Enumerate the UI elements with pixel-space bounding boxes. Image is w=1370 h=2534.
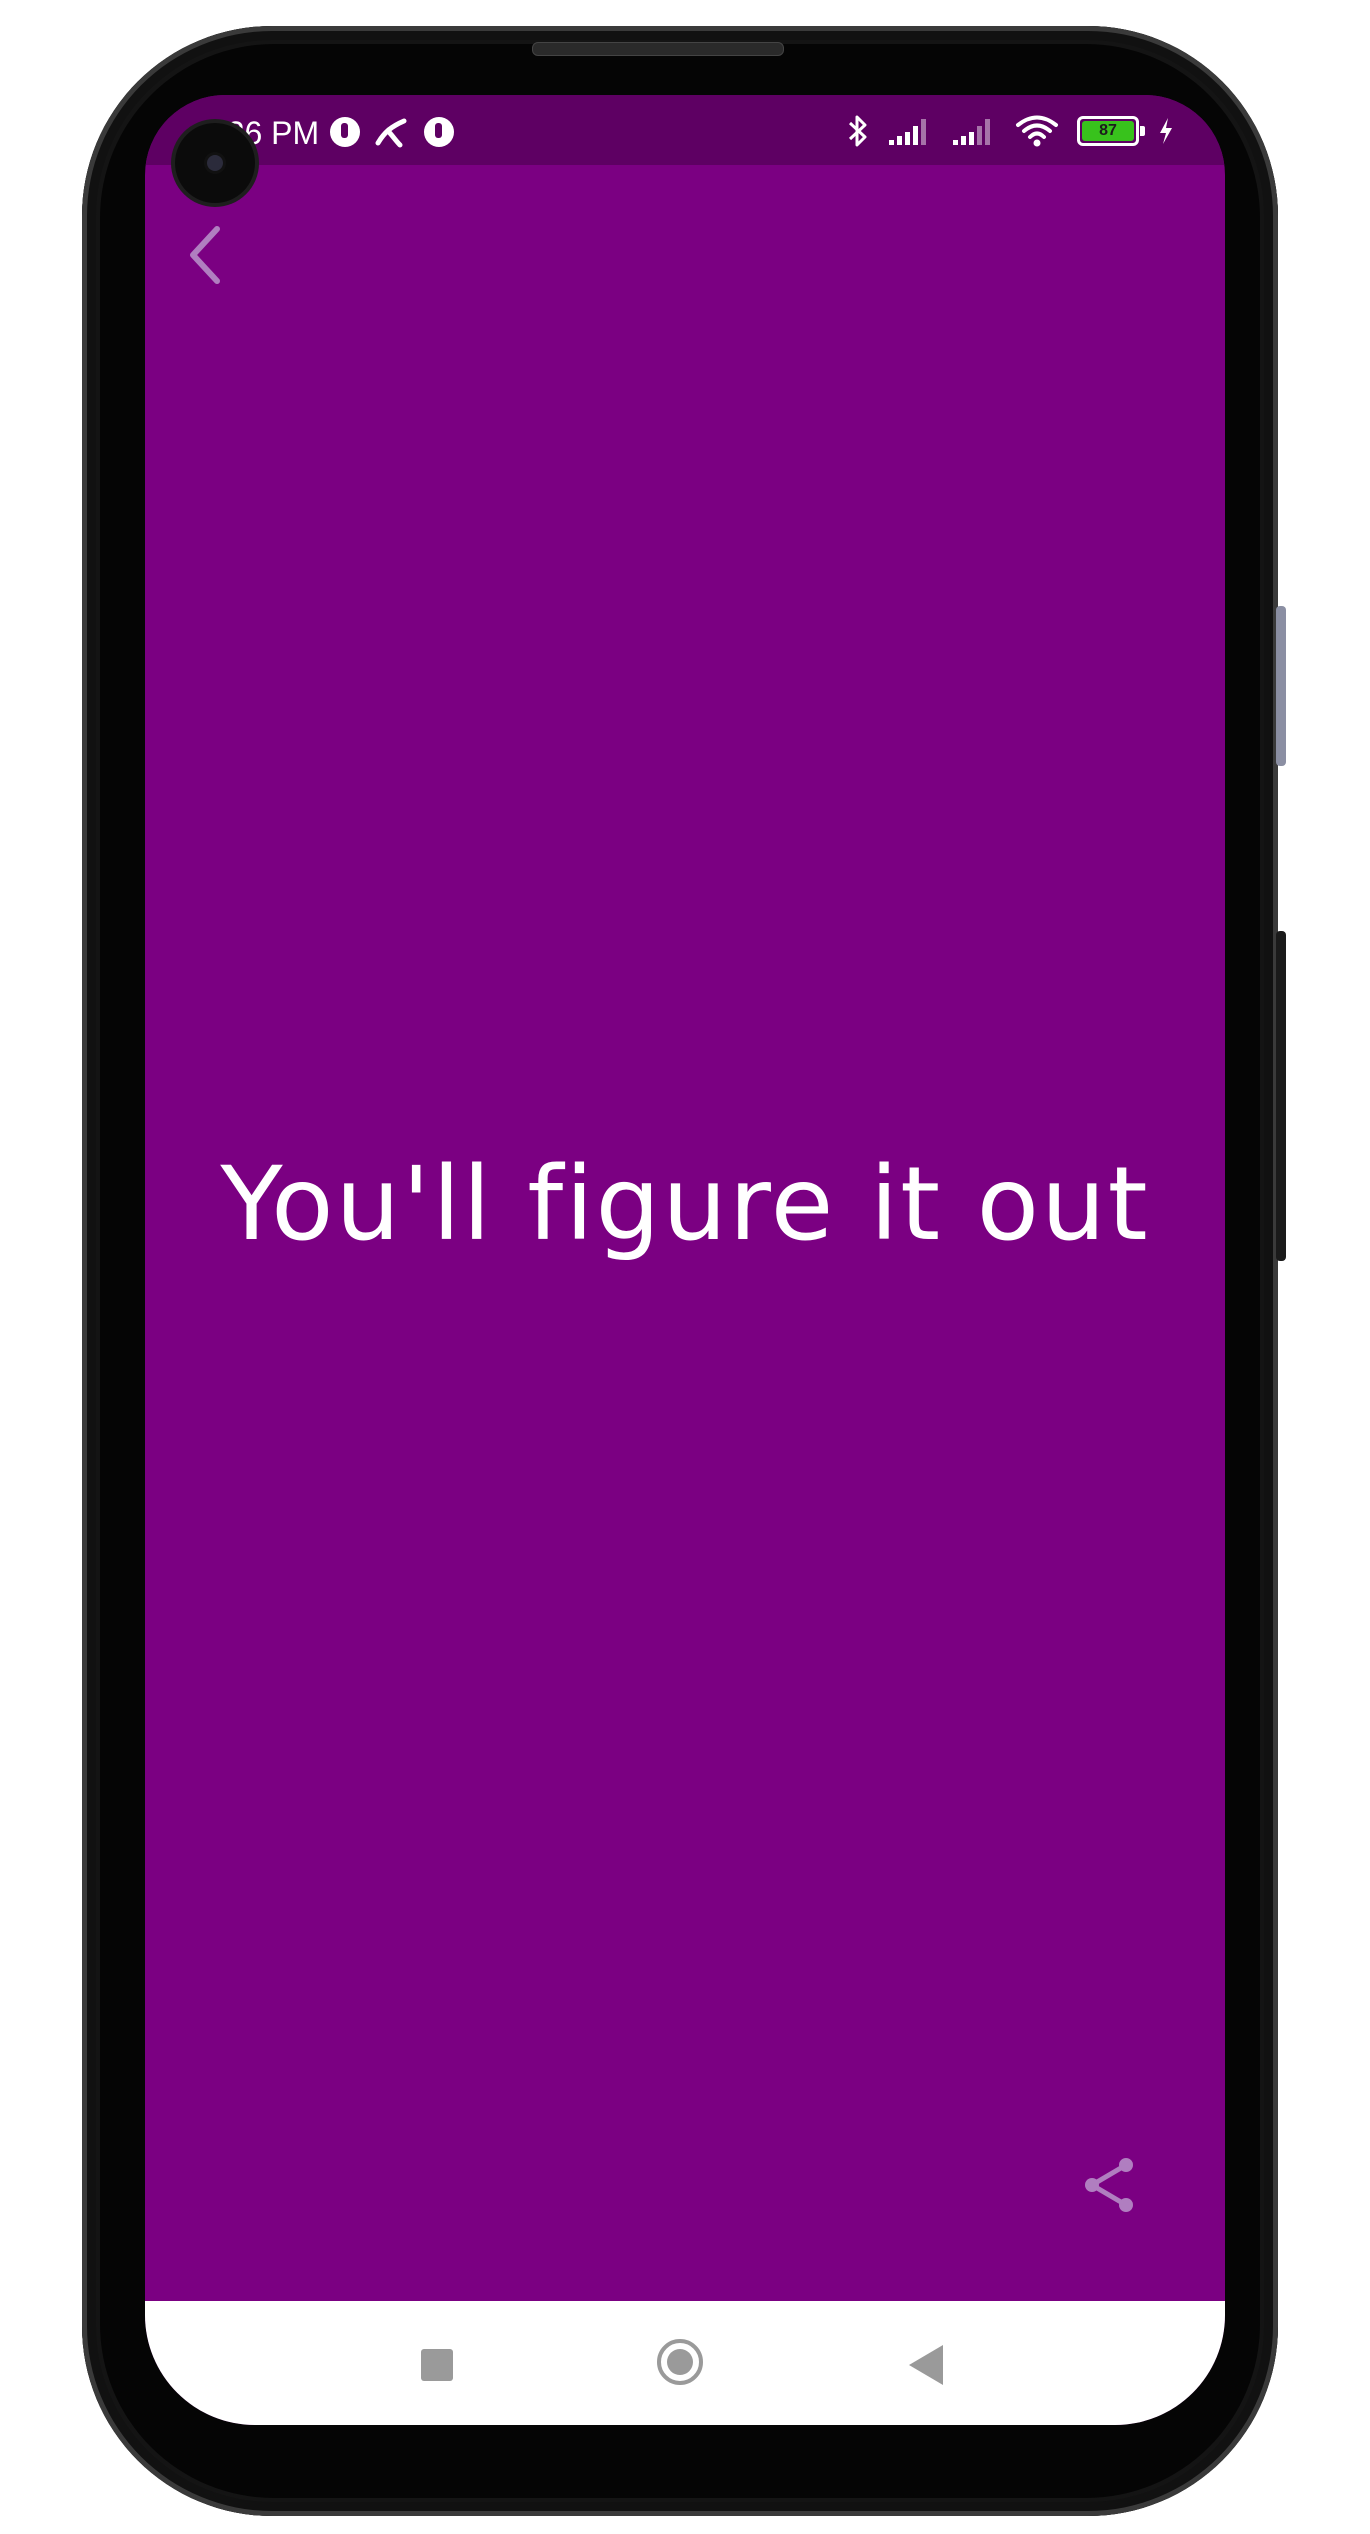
bluetooth-icon	[848, 115, 867, 147]
front-camera	[175, 123, 255, 203]
wifi-icon	[1016, 115, 1058, 147]
signal-icon	[953, 119, 990, 145]
notification-icon	[424, 117, 454, 147]
signal-icon	[889, 119, 926, 145]
status-bar: 6:26 PM 87	[145, 95, 1225, 165]
home-button[interactable]	[657, 2339, 703, 2385]
quote-text: You'll figure it out	[220, 1145, 1150, 1264]
share-button[interactable]	[1070, 2145, 1150, 2225]
notification-icon	[330, 117, 360, 147]
notification-icons	[330, 117, 454, 149]
battery-icon: 87	[1077, 116, 1145, 146]
status-right-icons: 87	[847, 113, 1175, 149]
recent-apps-button[interactable]	[421, 2349, 453, 2381]
share-icon	[1085, 2158, 1133, 2212]
power-button	[1276, 931, 1286, 1261]
volume-button	[1276, 606, 1286, 766]
back-button[interactable]	[165, 210, 245, 300]
earpiece-speaker	[532, 42, 784, 56]
app-screen: 6:26 PM 87 You'll figure it out	[145, 95, 1225, 2425]
system-back-button[interactable]	[909, 2345, 943, 2385]
battery-level: 87	[1082, 121, 1134, 141]
telenor-icon	[375, 118, 407, 148]
chevron-left-icon	[190, 226, 220, 284]
charging-icon	[1160, 118, 1172, 144]
system-navigation-bar	[145, 2301, 1225, 2425]
